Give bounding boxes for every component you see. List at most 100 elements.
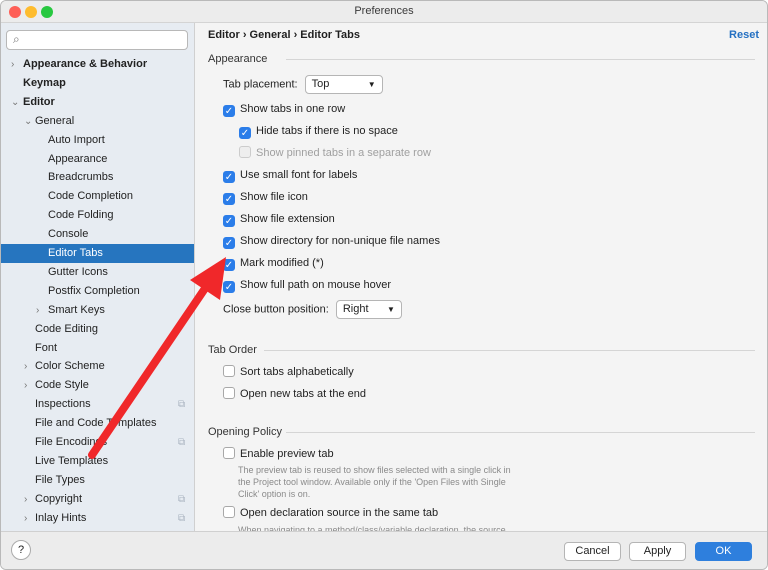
sidebar-item-editor[interactable]: ⌄ Editor: [1, 93, 194, 112]
sidebar-item-label: Console: [48, 228, 89, 241]
sidebar-item-label: Keymap: [23, 76, 66, 89]
checkbox[interactable]: ✓: [223, 215, 235, 227]
tab-placement-row: Tab placement: Top ▼: [223, 75, 383, 94]
chevron-down-icon[interactable]: ⌄: [24, 112, 32, 131]
sidebar-item-appearance[interactable]: Appearance: [1, 150, 194, 169]
sidebar-item-label: Code Folding: [48, 209, 114, 222]
project-copy-icon: ⧉: [178, 437, 186, 448]
chevron-right-icon[interactable]: ›: [24, 376, 27, 395]
sidebar-item-label: Color Scheme: [35, 360, 105, 373]
sidebar-item-label: Postfix Completion: [48, 284, 140, 297]
tab-placement-value: Top: [311, 78, 330, 90]
cancel-button[interactable]: Cancel: [564, 542, 621, 561]
option-show-tabs-in-one-row[interactable]: ✓ Show tabs in one row: [223, 100, 345, 118]
checkbox[interactable]: [223, 506, 235, 518]
close-button-position-select[interactable]: Right ▼: [335, 300, 402, 319]
zoom-window-button[interactable]: [41, 6, 53, 18]
sidebar-item-postfix-completion[interactable]: Postfix Completion: [1, 282, 194, 301]
ok-button[interactable]: OK: [695, 542, 752, 561]
checkbox[interactable]: ✓: [223, 237, 235, 249]
sidebar-item-live-templates[interactable]: Live Templates: [1, 452, 194, 471]
reset-link[interactable]: Reset: [729, 29, 759, 41]
sidebar-item-breadcrumbs[interactable]: Breadcrumbs: [1, 168, 194, 187]
sidebar-item-file-types[interactable]: File Types: [1, 471, 194, 490]
dialog-footer: ? Cancel Apply OK: [1, 531, 767, 569]
checkbox-label: Show full path on mouse hover: [240, 279, 392, 291]
sidebar-item-color-scheme[interactable]: › Color Scheme: [1, 357, 194, 376]
chevron-right-icon[interactable]: ›: [24, 490, 27, 509]
project-copy-icon: ⧉: [178, 512, 186, 524]
sidebar-item-code-completion[interactable]: Code Completion: [1, 187, 194, 206]
tab-placement-select[interactable]: Top ▼: [304, 75, 383, 94]
close-button-position-value: Right: [342, 303, 369, 315]
sort-alphabetically-checkbox[interactable]: Sort tabs alphabetically: [223, 363, 354, 381]
breadcrumb: Editor › General › Editor Tabs: [208, 29, 360, 41]
sidebar-item-label: Inspections: [35, 398, 91, 411]
option-show-pinned-tabs-in-a-separate-row[interactable]: Show pinned tabs in a separate row: [239, 144, 431, 162]
option-show-directory-for-non-unique-file-names[interactable]: ✓ Show directory for non-unique file name…: [223, 232, 440, 250]
sidebar-item-font[interactable]: Font: [1, 339, 194, 358]
checkbox-label: Open new tabs at the end: [240, 388, 366, 400]
option-show-file-icon[interactable]: ✓ Show file icon: [223, 188, 308, 206]
sidebar-item-file-encodings[interactable]: File Encodings ⧉: [1, 433, 194, 452]
minimize-window-button[interactable]: [25, 6, 37, 18]
chevron-right-icon[interactable]: ›: [11, 55, 14, 74]
chevron-right-icon[interactable]: ›: [24, 509, 27, 528]
sidebar-item-code-folding[interactable]: Code Folding: [1, 206, 194, 225]
chevron-down-icon[interactable]: ⌄: [11, 93, 19, 112]
checkbox[interactable]: [223, 387, 235, 399]
checkbox[interactable]: ✓: [223, 281, 235, 293]
checkbox[interactable]: ✓: [223, 259, 235, 271]
sidebar-item-general[interactable]: ⌄ General: [1, 112, 194, 131]
checkbox[interactable]: ✓: [239, 127, 251, 139]
sidebar-item-copyright[interactable]: › Copyright ⧉: [1, 490, 194, 509]
open-declaration-same-tab-checkbox[interactable]: Open declaration source in the same tab: [223, 504, 438, 522]
option-mark-modified[interactable]: ✓ Mark modified (*): [223, 254, 324, 272]
sidebar-item-console[interactable]: Console: [1, 225, 194, 244]
option-show-file-extension[interactable]: ✓ Show file extension: [223, 210, 335, 228]
checkbox[interactable]: ✓: [223, 171, 235, 183]
checkbox[interactable]: [223, 447, 235, 459]
sidebar-item-label: File Types: [35, 473, 85, 486]
option-show-full-path-on-mouse-hover[interactable]: ✓ Show full path on mouse hover: [223, 276, 391, 294]
apply-button[interactable]: Apply: [629, 542, 686, 561]
section-appearance: Appearance: [208, 52, 755, 66]
sidebar-item-appearance-behavior[interactable]: › Appearance & Behavior: [1, 55, 194, 74]
sidebar-item-smart-keys[interactable]: › Smart Keys: [1, 301, 194, 320]
sidebar-item-label: Font: [35, 341, 58, 354]
sidebar-item-keymap[interactable]: Keymap: [1, 74, 194, 93]
sidebar-item-code-style[interactable]: › Code Style: [1, 376, 194, 395]
sidebar-item-code-editing[interactable]: Code Editing: [1, 320, 194, 339]
checkbox-label: Sort tabs alphabetically: [240, 366, 354, 378]
checkbox-label: Mark modified (*): [240, 257, 324, 269]
section-title: Appearance: [208, 53, 268, 65]
checkbox[interactable]: ✓: [223, 193, 235, 205]
sidebar-item-editor-tabs[interactable]: Editor Tabs: [1, 244, 194, 263]
section-title: Tab Order: [208, 344, 257, 356]
sidebar-item-inspections[interactable]: Inspections ⧉: [1, 395, 194, 414]
checkbox[interactable]: ✓: [223, 105, 235, 117]
sidebar-item-inlay-hints[interactable]: › Inlay Hints ⧉: [1, 509, 194, 528]
option-use-small-font-for-labels[interactable]: ✓ Use small font for labels: [223, 166, 357, 184]
sidebar-item-auto-import[interactable]: Auto Import: [1, 131, 194, 150]
open-at-end-checkbox[interactable]: Open new tabs at the end: [223, 385, 366, 403]
sidebar-item-label: Code Style: [35, 379, 89, 392]
sidebar-item-label: General: [35, 114, 75, 127]
enable-preview-tab-checkbox[interactable]: Enable preview tab: [223, 445, 334, 463]
chevron-right-icon[interactable]: ›: [36, 301, 39, 320]
help-button[interactable]: ?: [11, 540, 31, 560]
sidebar-item-file-and-code-templates[interactable]: File and Code Templates: [1, 414, 194, 433]
search-input[interactable]: ⌕: [6, 30, 188, 50]
option-hide-tabs-if-there-is-no-space[interactable]: ✓ Hide tabs if there is no space: [239, 122, 398, 140]
close-button-position-row: Close button position: Right ▼: [223, 300, 402, 319]
chevron-down-icon: ▼: [367, 80, 376, 89]
checkbox-label: Show file icon: [240, 191, 308, 203]
section-title: Opening Policy: [208, 426, 282, 438]
checkbox[interactable]: [239, 146, 251, 158]
sidebar-item-label: Appearance: [48, 152, 108, 165]
checkbox-label: Show directory for non-unique file names: [240, 235, 440, 247]
sidebar-item-gutter-icons[interactable]: Gutter Icons: [1, 263, 194, 282]
close-window-button[interactable]: [9, 6, 21, 18]
checkbox[interactable]: [223, 365, 235, 377]
chevron-right-icon[interactable]: ›: [24, 357, 27, 376]
